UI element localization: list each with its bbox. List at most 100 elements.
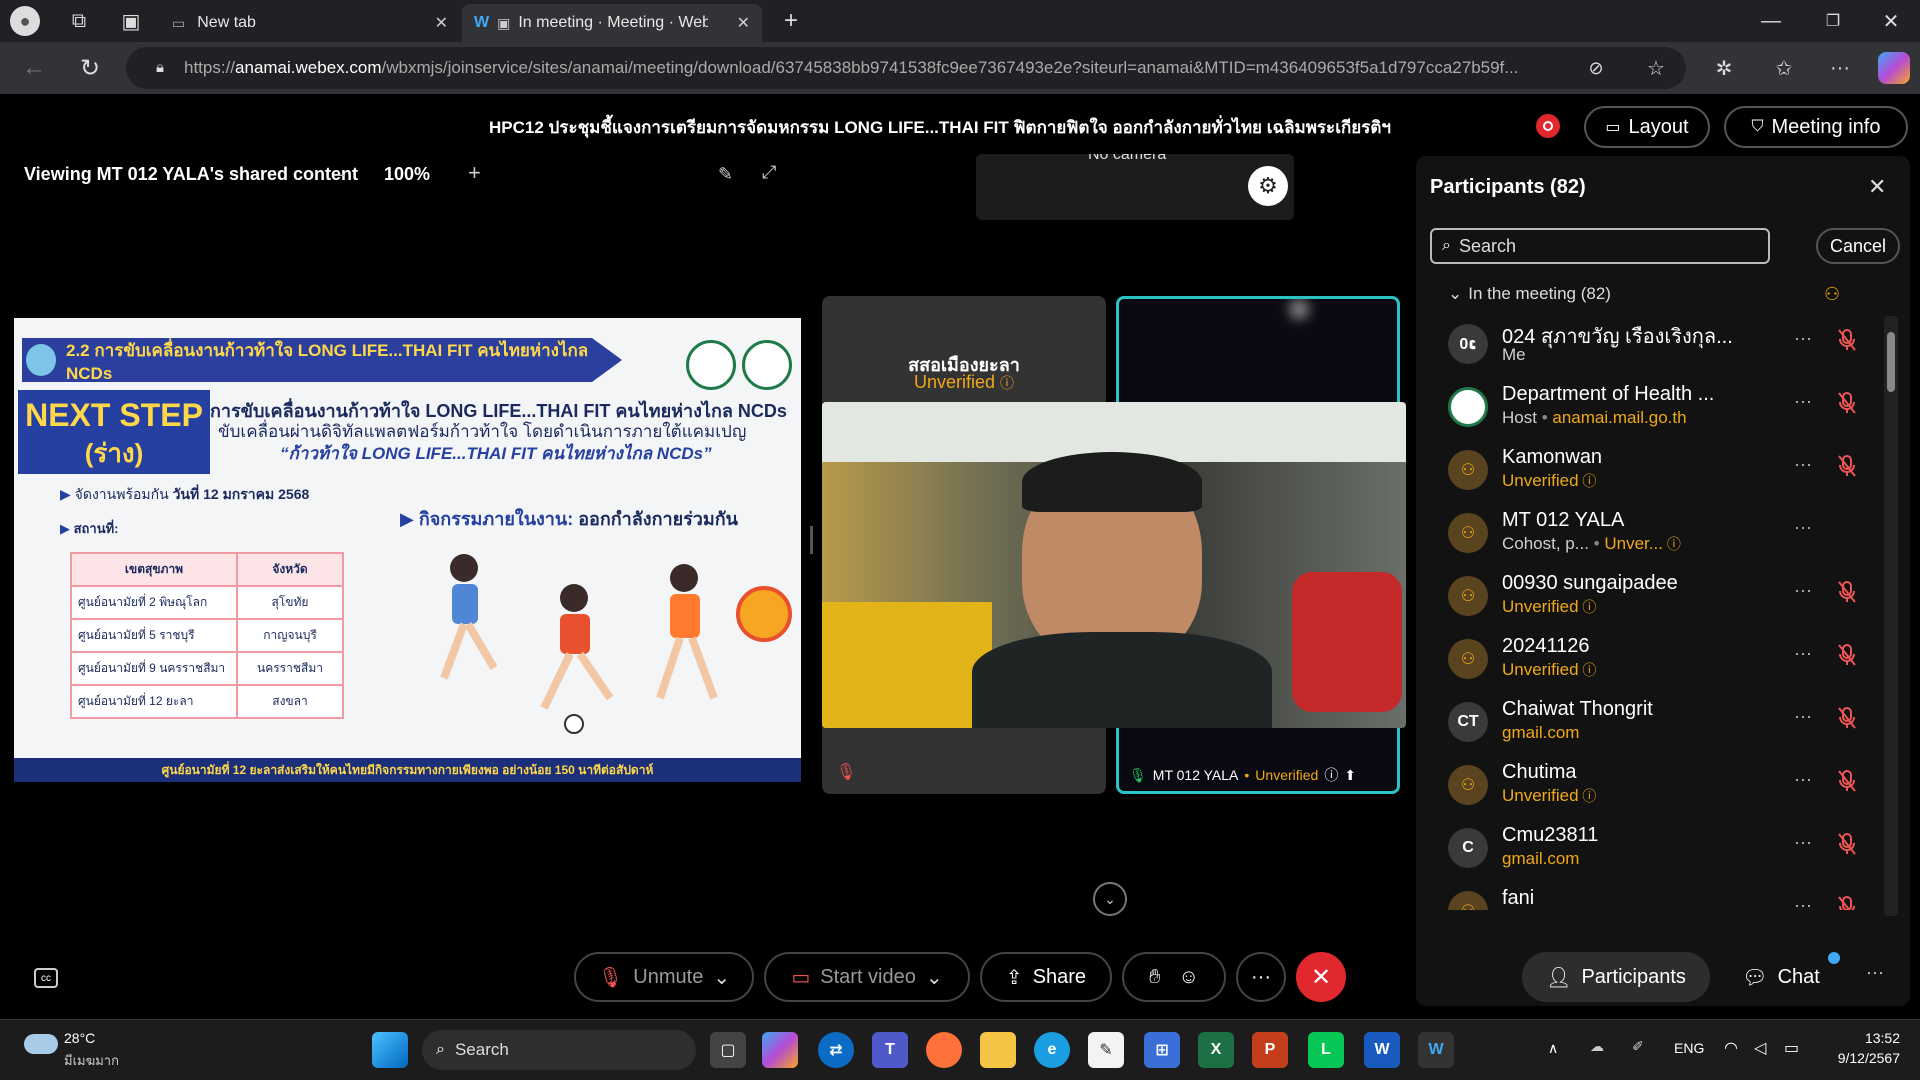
zoom-out-button[interactable]: – — [334, 164, 344, 185]
expand-icon[interactable]: ⤢ — [762, 162, 776, 183]
tab-actions-icon[interactable]: ▣ — [116, 6, 146, 36]
volume-icon[interactable]: ◁ — [1754, 1038, 1766, 1058]
start-icon[interactable] — [372, 1032, 408, 1068]
participant-row[interactable]: C Cmu23811 gmail.com ··· — [1416, 818, 1886, 880]
muted-mic-icon[interactable] — [1836, 391, 1858, 415]
muted-mic-icon[interactable] — [1836, 454, 1858, 478]
powerpoint-icon[interactable]: P — [1252, 1032, 1288, 1068]
close-icon[interactable]: ✕ — [737, 13, 750, 33]
store-icon[interactable]: ⊞ — [1144, 1032, 1180, 1068]
cancel-button[interactable]: Cancel — [1816, 228, 1900, 264]
close-icon[interactable]: ✕ — [435, 13, 448, 33]
scrollbar-track[interactable] — [1884, 316, 1898, 916]
active-speaker-video[interactable] — [822, 402, 1406, 728]
chevron-down-icon[interactable]: ⌄ — [1093, 882, 1127, 916]
back-icon[interactable]: ← — [18, 52, 50, 84]
help-icon[interactable]: ⓘ — [1579, 599, 1596, 615]
extensions-icon[interactable]: ✲ — [1710, 54, 1738, 82]
tray-chevron-icon[interactable]: ∧ — [1548, 1040, 1558, 1057]
camera-blocked-icon[interactable]: ⊘ — [1582, 54, 1610, 82]
layout-button[interactable]: ▭ Layout — [1584, 106, 1710, 148]
notepad-icon[interactable]: ✎ — [1088, 1032, 1124, 1068]
battery-icon[interactable]: ▭ — [1784, 1038, 1799, 1058]
excel-icon[interactable]: X — [1198, 1032, 1234, 1068]
taskbar-search[interactable]: ⌕ Search — [422, 1030, 696, 1070]
help-icon[interactable]: ⓘ — [1579, 473, 1596, 489]
new-tab-button[interactable]: + — [776, 6, 806, 36]
teams-icon[interactable]: T — [872, 1032, 908, 1068]
muted-mic-icon[interactable] — [1836, 895, 1858, 910]
captions-icon[interactable]: cc — [34, 968, 58, 988]
more-icon[interactable]: ··· — [1794, 832, 1812, 853]
more-icon[interactable]: ··· — [1794, 895, 1812, 910]
tab-new-tab[interactable]: ▭ New tab ✕ — [160, 4, 460, 42]
workspaces-icon[interactable]: ⧉ — [64, 6, 94, 36]
meeting-info-button[interactable]: ⛉ Meeting info — [1724, 106, 1908, 148]
search-input[interactable]: ⌕ Search — [1430, 228, 1770, 264]
participant-row[interactable]: ⚇ fani ··· — [1416, 881, 1886, 910]
weather-temp[interactable]: 28°C — [64, 1030, 95, 1046]
participant-row[interactable]: ⚇ Kamonwan Unverified ⓘ ··· — [1416, 440, 1886, 502]
muted-mic-icon[interactable] — [1836, 643, 1858, 667]
copilot-icon[interactable] — [762, 1032, 798, 1068]
muted-mic-icon[interactable] — [1836, 328, 1858, 352]
copilot-icon[interactable] — [1878, 52, 1910, 84]
firefox-icon[interactable] — [926, 1032, 962, 1068]
more-icon[interactable]: ··· — [1794, 454, 1812, 475]
muted-mic-icon[interactable] — [1836, 580, 1858, 604]
window-close-icon[interactable]: ✕ — [1876, 6, 1906, 36]
participant-row[interactable]: CT Chaiwat Thongrit gmail.com ··· — [1416, 692, 1886, 754]
minimize-icon[interactable]: — — [1756, 6, 1786, 36]
line-icon[interactable]: L — [1308, 1032, 1344, 1068]
clock-date[interactable]: 9/12/2567 — [1820, 1050, 1900, 1066]
more-icon[interactable]: ··· — [1794, 706, 1812, 727]
participant-row[interactable]: 0ເ 024 สุภาขวัญ เรืองเริงกุล... Me ··· — [1416, 314, 1886, 376]
raise-hand-icon[interactable]: ✋︎ — [1149, 966, 1160, 989]
tray-ink-icon[interactable]: ✐ — [1632, 1038, 1644, 1055]
refresh-icon[interactable]: ↻ — [74, 52, 106, 84]
in-meeting-section[interactable]: ⌄ In the meeting (82) — [1448, 284, 1611, 304]
participants-button[interactable]: 👤︎ Participants — [1522, 952, 1710, 1002]
recording-icon[interactable] — [1536, 114, 1560, 138]
more-icon[interactable]: ··· — [1866, 962, 1884, 983]
zoom-in-button[interactable]: + — [468, 160, 481, 186]
more-icon[interactable]: ··· — [1794, 391, 1812, 412]
more-options-button[interactable]: ··· — [1236, 952, 1286, 1002]
more-icon[interactable]: ··· — [1794, 328, 1812, 349]
favorites-bar-icon[interactable]: ✩ — [1770, 54, 1798, 82]
task-view-icon[interactable]: ▢ — [710, 1032, 746, 1068]
participant-row[interactable]: ⚇ Chutima Unverified ⓘ ··· — [1416, 755, 1886, 817]
scrollbar-thumb[interactable] — [1887, 332, 1895, 392]
share-button[interactable]: ⇪ Share — [980, 952, 1112, 1002]
more-icon[interactable]: ··· — [1794, 769, 1812, 790]
more-icon[interactable]: ··· — [1794, 643, 1812, 664]
chat-button[interactable]: 💬︎ Chat — [1726, 952, 1836, 1002]
help-icon[interactable]: ⓘ — [1324, 765, 1338, 785]
language-indicator[interactable]: ENG — [1674, 1040, 1704, 1056]
resize-handle[interactable] — [810, 526, 813, 554]
edge-icon[interactable]: e — [1034, 1032, 1070, 1068]
start-video-button[interactable]: ▭ Start video ⌄ — [764, 952, 970, 1002]
webex-icon[interactable]: W — [1418, 1032, 1454, 1068]
clock-time[interactable]: 13:52 — [1820, 1030, 1900, 1046]
more-icon[interactable]: ··· — [1794, 580, 1812, 601]
tray-app-icon[interactable]: ☁ — [1590, 1038, 1604, 1055]
profile-icon[interactable]: ● — [10, 6, 40, 36]
participant-row[interactable]: ⚇ 00930 sungaipadee Unverified ⓘ ··· — [1416, 566, 1886, 628]
url-field[interactable]: 🔒︎ https://anamai.webex.com/wbxmjs/joins… — [126, 47, 1686, 89]
help-icon[interactable]: ⓘ — [1000, 375, 1014, 391]
muted-mic-icon[interactable] — [1836, 832, 1858, 856]
restore-icon[interactable]: ❐ — [1818, 6, 1848, 36]
participant-row[interactable]: Department of Health ... Host • anamai.ma… — [1416, 377, 1886, 439]
help-icon[interactable]: ⓘ — [1579, 788, 1596, 804]
participant-row[interactable]: ⚇ MT 012 YALA Cohost, p... • Unver... ⓘ ··· — [1416, 503, 1886, 565]
tab-webex-meeting[interactable]: W ▣ In meeting · Meeting · Webe ✕ — [462, 4, 762, 42]
participant-row[interactable]: ⚇ 20241126 Unverified ⓘ ··· — [1416, 629, 1886, 691]
wifi-icon[interactable]: ◠ — [1724, 1038, 1738, 1058]
help-icon[interactable]: ⓘ — [1663, 536, 1681, 552]
muted-mic-icon[interactable] — [1836, 706, 1858, 730]
unmute-button[interactable]: 🎙︎ Unmute ⌄ — [574, 952, 754, 1002]
lobby-icon[interactable]: ⚇ — [1824, 284, 1840, 305]
file-explorer-icon[interactable] — [980, 1032, 1016, 1068]
favorite-icon[interactable]: ☆ — [1642, 54, 1670, 82]
